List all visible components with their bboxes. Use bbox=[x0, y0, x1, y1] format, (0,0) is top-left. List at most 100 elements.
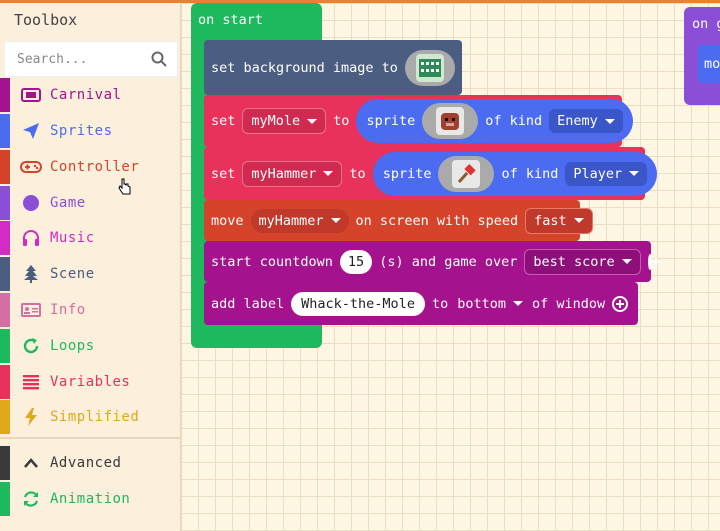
move-hammer-block[interactable]: move myHammer on screen with speed fast bbox=[204, 200, 593, 241]
on-game-label: on g bbox=[692, 16, 720, 32]
category-music[interactable]: Music bbox=[0, 221, 180, 255]
plus-icon[interactable] bbox=[612, 295, 629, 312]
countdown-value-input[interactable]: 15 bbox=[339, 249, 373, 274]
hammer-variable-dropdown[interactable]: myHammer bbox=[242, 160, 343, 187]
category-loops[interactable]: Loops bbox=[0, 329, 180, 363]
on-game-update-block[interactable]: on g mo bbox=[684, 7, 720, 105]
mole-sprite-block[interactable]: sprite of kind Enemy bbox=[356, 99, 633, 143]
ticket-icon bbox=[20, 84, 42, 106]
mole-variable-label: myMole bbox=[251, 113, 301, 129]
category-color-bar bbox=[0, 293, 10, 327]
hammer-sprite-icon bbox=[451, 158, 482, 189]
search-input[interactable] bbox=[15, 42, 149, 76]
sprite-keyword: sprite bbox=[366, 113, 416, 129]
lightning-icon bbox=[20, 406, 42, 428]
chevron-down-icon bbox=[629, 171, 640, 176]
category-label: Sprites bbox=[50, 123, 113, 139]
chevron-down-icon bbox=[307, 118, 318, 124]
mole-variable-dropdown[interactable]: myMole bbox=[242, 108, 327, 134]
block-workspace[interactable]: on start set background image to set myM… bbox=[181, 3, 720, 531]
partial-inner-block[interactable]: mo bbox=[698, 45, 720, 83]
move-variable-dropdown[interactable]: myHammer bbox=[250, 208, 349, 233]
category-sprites[interactable]: Sprites bbox=[0, 114, 180, 148]
label-position-dropdown[interactable]: bottom bbox=[455, 291, 525, 316]
to-keyword: to bbox=[349, 165, 366, 182]
category-color-bar bbox=[0, 446, 10, 480]
label-position-label: bottom bbox=[457, 295, 506, 312]
category-color-bar bbox=[0, 365, 10, 399]
category-advanced[interactable]: Advanced bbox=[0, 446, 180, 480]
chevron-down-icon bbox=[513, 301, 523, 306]
category-variables[interactable]: Variables bbox=[0, 365, 180, 399]
category-color-bar bbox=[0, 329, 10, 363]
set-hammer-block[interactable]: set myHammer to sprite of kind Player bbox=[204, 147, 658, 200]
category-info[interactable]: Info bbox=[0, 293, 180, 327]
chevron-down-icon bbox=[323, 171, 334, 176]
mole-sprite-slot[interactable] bbox=[422, 103, 479, 139]
toolbox-separator bbox=[0, 437, 180, 439]
search-icon[interactable] bbox=[151, 51, 167, 67]
toolbox-search bbox=[4, 41, 178, 77]
start-countdown-block[interactable]: start countdown 15 (s) and game over bes… bbox=[204, 241, 660, 282]
speed-dropdown[interactable]: fast bbox=[525, 207, 593, 234]
category-game[interactable]: Game bbox=[0, 186, 180, 220]
add-label-block[interactable]: add label Whack-the-Mole to bottom of wi… bbox=[204, 282, 638, 325]
category-controller[interactable]: Controller bbox=[0, 150, 180, 184]
category-color-bar bbox=[0, 400, 10, 434]
on-start-label: on start bbox=[198, 12, 264, 28]
background-image-icon bbox=[414, 52, 445, 83]
hammer-sprite-slot[interactable] bbox=[438, 155, 495, 192]
category-animation[interactable]: Animation bbox=[0, 482, 180, 516]
toolbox-title: Toolbox bbox=[14, 11, 78, 29]
hammer-sprite-block[interactable]: sprite of kind Player bbox=[372, 151, 658, 196]
partial-inner-label: mo bbox=[704, 56, 720, 72]
category-carnival[interactable]: Carnival bbox=[0, 78, 180, 112]
loop-icon bbox=[20, 335, 42, 357]
hammer-kind-dropdown[interactable]: Player bbox=[565, 161, 648, 186]
gamepad-icon bbox=[20, 156, 42, 178]
category-label: Controller bbox=[50, 159, 140, 175]
countdown-keyword: start countdown bbox=[211, 253, 333, 270]
sprite-keyword: sprite bbox=[382, 165, 432, 182]
plus-icon[interactable] bbox=[647, 253, 660, 270]
circle-icon bbox=[20, 192, 42, 214]
mole-sprite-icon bbox=[435, 106, 466, 136]
game-over-label: best score bbox=[533, 253, 615, 270]
speed-label: fast bbox=[534, 212, 567, 229]
background-image-slot[interactable] bbox=[404, 49, 455, 86]
category-label: Loops bbox=[50, 338, 95, 354]
set-background-block[interactable]: set background image to bbox=[204, 40, 462, 95]
chevron-down-icon bbox=[330, 218, 341, 223]
id-card-icon bbox=[20, 299, 42, 321]
category-label: Carnival bbox=[50, 87, 122, 103]
set-mole-block[interactable]: set myMole to sprite of kind Enemy bbox=[204, 95, 633, 147]
to-keyword: to bbox=[431, 295, 449, 312]
move-variable-label: myHammer bbox=[258, 212, 324, 229]
of-kind-keyword: of kind bbox=[501, 165, 559, 182]
countdown-unit: (s) and game over bbox=[379, 253, 518, 270]
add-label-keyword: add label bbox=[211, 295, 285, 312]
category-color-bar bbox=[0, 186, 10, 220]
category-label: Scene bbox=[50, 266, 95, 282]
to-keyword: to bbox=[333, 113, 350, 129]
category-scene[interactable]: Scene bbox=[0, 257, 180, 291]
category-color-bar bbox=[0, 114, 10, 148]
category-color-bar bbox=[0, 257, 10, 291]
mole-kind-dropdown[interactable]: Enemy bbox=[549, 109, 623, 133]
category-simplified[interactable]: Simplified bbox=[0, 400, 180, 434]
tree-icon bbox=[20, 263, 42, 285]
category-label: Music bbox=[50, 230, 95, 246]
mouse-cursor-icon bbox=[118, 178, 131, 195]
chevron-down-icon bbox=[573, 218, 584, 223]
set-keyword: set bbox=[211, 113, 236, 129]
headphones-icon bbox=[20, 227, 42, 249]
chevron-down-icon bbox=[621, 259, 632, 264]
game-over-dropdown[interactable]: best score bbox=[524, 248, 641, 275]
category-label: Variables bbox=[50, 374, 131, 390]
of-window-keyword: of window bbox=[532, 295, 606, 312]
category-color-bar bbox=[0, 221, 10, 255]
label-text-input[interactable]: Whack-the-Mole bbox=[291, 291, 425, 316]
category-label: Advanced bbox=[50, 455, 122, 471]
category-color-bar bbox=[0, 78, 10, 112]
label-text: Whack-the-Mole bbox=[301, 295, 415, 312]
